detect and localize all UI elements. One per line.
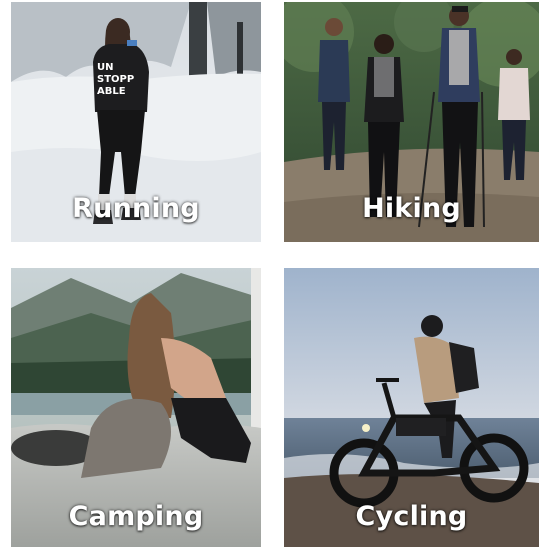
running-label: Running xyxy=(72,193,200,224)
cycling-label: Cycling xyxy=(355,501,468,532)
tile-cycling: Cycling xyxy=(284,268,539,547)
shirt-text-line3: ABLE xyxy=(97,86,126,97)
shirt-text-line1: UN xyxy=(97,62,114,73)
shirt-text-line2: STOPP xyxy=(97,74,134,85)
tile-hiking: Hiking xyxy=(284,2,539,242)
camping-label: Camping xyxy=(68,501,204,532)
hiking-label: Hiking xyxy=(362,193,461,224)
tile-camping: Camping xyxy=(11,268,261,547)
activity-grid: UN STOPP ABLE Running Hiking Camping Cyc… xyxy=(0,0,550,550)
tile-running: UN STOPP ABLE Running xyxy=(11,2,261,242)
